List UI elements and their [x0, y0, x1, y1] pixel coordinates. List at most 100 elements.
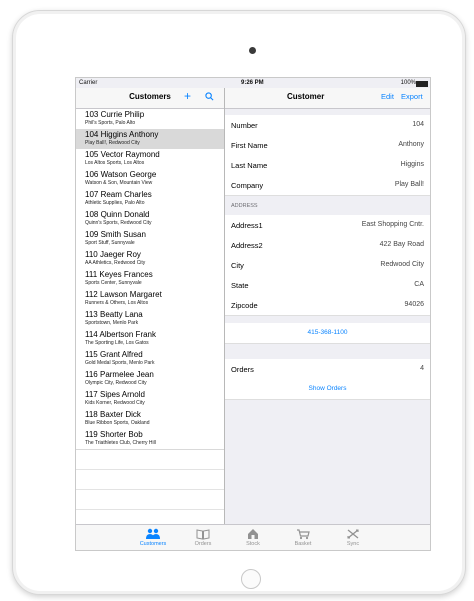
customer-name: 106 Watson George: [85, 170, 157, 179]
list-item[interactable]: 114 Albertson Frank The Sporting Life, L…: [76, 329, 224, 350]
tab-label: Orders: [194, 541, 212, 547]
export-button[interactable]: Export: [401, 92, 423, 101]
address-section-header: ADDRESS: [231, 203, 258, 209]
master-nav-bar: Customers +: [76, 88, 224, 109]
customer-company: Sports Center, Sunnyvale: [85, 280, 142, 286]
customer-name: 113 Beatty Lana: [85, 310, 143, 319]
field-label: City: [231, 261, 244, 270]
tab-label: Sync: [346, 541, 360, 547]
customer-name: 115 Grant Alfred: [85, 350, 143, 359]
orders-count: 4: [420, 365, 424, 372]
field-row-city[interactable]: City Redwood City: [225, 255, 430, 276]
orders-row: Orders 4: [225, 359, 430, 380]
edit-button[interactable]: Edit: [381, 92, 394, 101]
customer-name: 105 Vector Raymond: [85, 150, 160, 159]
camera-icon: [249, 47, 256, 54]
tab-stock[interactable]: Stock: [228, 528, 278, 547]
field-value: Redwood City: [380, 261, 424, 268]
field-row-number[interactable]: Number 104: [225, 115, 430, 136]
field-value: Play Ball!: [394, 181, 424, 188]
customer-detail: Number 104 First Name Anthony Last Name …: [225, 109, 430, 524]
customer-name: 104 Higgins Anthony: [85, 130, 159, 139]
show-orders-row[interactable]: Show Orders: [225, 379, 430, 400]
empty-row: [76, 449, 224, 470]
customer-name: 110 Jaeger Roy: [85, 250, 141, 259]
field-value: Anthony: [398, 141, 424, 148]
field-row-first-name[interactable]: First Name Anthony: [225, 135, 430, 156]
customer-company: Athletic Supplies, Palo Alto: [85, 200, 145, 206]
customer-list: 103 Currie Philip Phil's Sports, Palo Al…: [76, 109, 224, 524]
clock-label: 9:26 PM: [241, 80, 264, 86]
field-row-state[interactable]: State CA: [225, 275, 430, 296]
list-item[interactable]: 108 Quinn Donald Quinn's Sports, Redwood…: [76, 209, 224, 230]
show-orders-button[interactable]: Show Orders: [225, 385, 430, 392]
customer-name: 111 Keyes Frances: [85, 270, 153, 279]
customer-company: Sportstown, Menlo Park: [85, 320, 139, 326]
field-label: First Name: [231, 141, 268, 150]
customer-company: Watson & Son, Mountain View: [85, 180, 153, 186]
field-row-address1[interactable]: Address1 East Shopping Cntr.: [225, 215, 430, 236]
list-item-selected[interactable]: 104 Higgins Anthony Play Ball!, Redwood …: [76, 129, 224, 150]
tab-sync[interactable]: Sync: [328, 528, 378, 547]
phone-link[interactable]: 415-368-1100: [225, 329, 430, 336]
list-item[interactable]: 119 Shorter Bob The Triathletes Club, Ch…: [76, 429, 224, 450]
customer-company: The Triathletes Club, Cherry Hill: [85, 440, 156, 446]
field-row-zipcode[interactable]: Zipcode 94026: [225, 295, 430, 316]
customer-name: 119 Shorter Bob: [85, 430, 143, 439]
list-item[interactable]: 103 Currie Philip Phil's Sports, Palo Al…: [76, 109, 224, 130]
customer-company: Runners & Others, Los Altos: [85, 300, 149, 306]
tab-label: Customers: [139, 541, 167, 547]
customer-company: Sport Stuff, Sunnyvale: [85, 240, 135, 246]
status-bar: Carrier 9:26 PM 100%: [76, 78, 430, 88]
tab-customers[interactable]: Customers: [128, 528, 178, 547]
customer-name: 116 Parmelee Jean: [85, 370, 154, 379]
empty-row: [76, 469, 224, 490]
field-label: Address2: [231, 241, 263, 250]
field-value: Higgins: [400, 161, 424, 168]
phone-row[interactable]: 415-368-1100: [225, 323, 430, 344]
list-item[interactable]: 111 Keyes Frances Sports Center, Sunnyva…: [76, 269, 224, 290]
customer-company: Phil's Sports, Palo Alto: [85, 120, 136, 126]
battery-icon: [416, 81, 428, 87]
list-item[interactable]: 117 Sipes Arnold Kids Korner, Redwood Ci…: [76, 389, 224, 410]
add-customer-button[interactable]: +: [184, 89, 191, 103]
battery-percent: 100%: [400, 80, 416, 86]
field-row-address2[interactable]: Address2 422 Bay Road: [225, 235, 430, 256]
field-row-company[interactable]: Company Play Ball!: [225, 175, 430, 196]
customer-name: 103 Currie Philip: [85, 110, 145, 119]
list-item[interactable]: 107 Ream Charles Athletic Supplies, Palo…: [76, 189, 224, 210]
empty-row: [76, 489, 224, 510]
field-value: 94026: [404, 301, 424, 308]
home-button[interactable]: [241, 569, 261, 589]
orders-label: Orders: [231, 365, 254, 374]
search-icon[interactable]: [205, 92, 214, 101]
customer-name: 114 Albertson Frank: [85, 330, 157, 339]
detail-title: Customer: [287, 92, 325, 101]
sync-icon: [347, 529, 359, 539]
customer-company: The Sporting Life, Los Gatos: [85, 340, 149, 346]
field-label: State: [231, 281, 249, 290]
list-item[interactable]: 113 Beatty Lana Sportstown, Menlo Park: [76, 309, 224, 330]
list-item[interactable]: 118 Baxter Dick Blue Ribbon Sports, Oakl…: [76, 409, 224, 430]
customer-company: Olympic City, Redwood City: [85, 380, 147, 386]
field-value: East Shopping Cntr.: [361, 221, 424, 228]
list-item[interactable]: 109 Smith Susan Sport Stuff, Sunnyvale: [76, 229, 224, 250]
customer-company: Los Altos Sports, Los Altos: [85, 160, 145, 166]
tab-label: Basket: [294, 541, 312, 547]
list-item[interactable]: 105 Vector Raymond Los Altos Sports, Los…: [76, 149, 224, 170]
house-icon: [248, 529, 258, 539]
field-label: Last Name: [231, 161, 268, 170]
field-label: Number: [231, 121, 258, 130]
field-row-last-name[interactable]: Last Name Higgins: [225, 155, 430, 176]
list-item[interactable]: 106 Watson George Watson & Son, Mountain…: [76, 169, 224, 190]
tab-basket[interactable]: Basket: [278, 528, 328, 547]
ipad-frame: Carrier 9:26 PM 100% Customers + Custome…: [12, 10, 466, 595]
list-item[interactable]: 115 Grant Alfred Gold Medal Sports, Menl…: [76, 349, 224, 370]
list-item[interactable]: 116 Parmelee Jean Olympic City, Redwood …: [76, 369, 224, 390]
list-item[interactable]: 110 Jaeger Roy AA Athletics, Redwood Cit…: [76, 249, 224, 270]
carrier-label: Carrier: [79, 80, 98, 86]
list-item[interactable]: 112 Lawson Margaret Runners & Others, Lo…: [76, 289, 224, 310]
tab-orders[interactable]: Orders: [178, 528, 228, 547]
master-title: Customers: [129, 92, 171, 101]
customer-name: 112 Lawson Margaret: [85, 290, 162, 299]
